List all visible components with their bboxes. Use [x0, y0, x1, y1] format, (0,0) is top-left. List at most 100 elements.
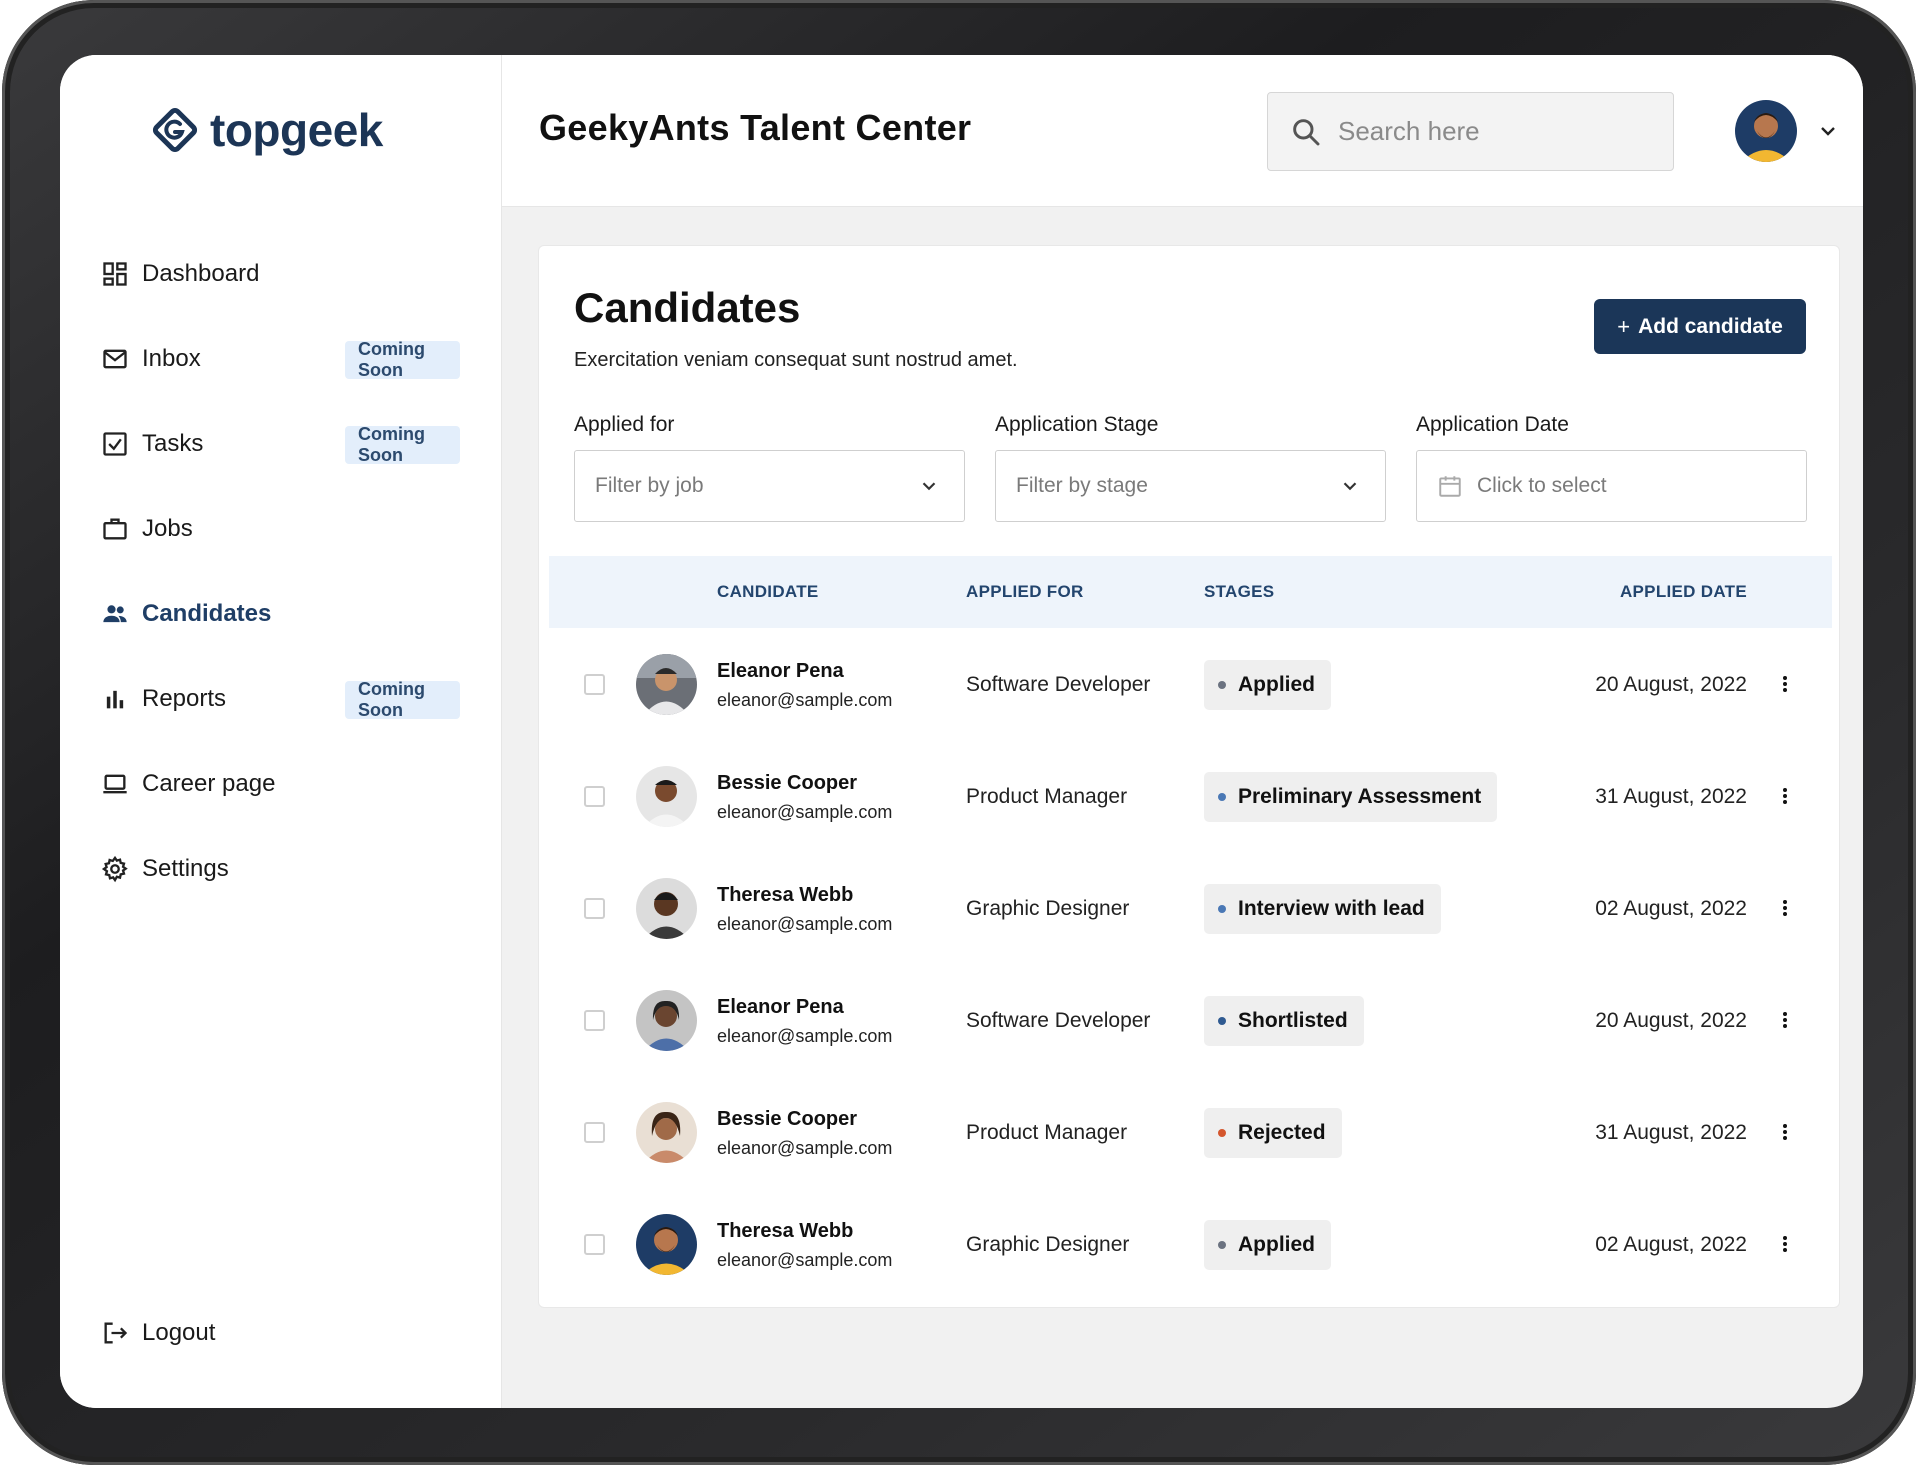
date-filter-picker[interactable]: Click to select	[1416, 450, 1807, 522]
logout-icon	[100, 1318, 130, 1348]
applied-date: 02 August, 2022	[1595, 897, 1747, 920]
applied-job: Graphic Designer	[966, 1233, 1130, 1256]
candidate-name[interactable]: Bessie Cooper	[717, 1108, 857, 1131]
stage-badge: Rejected	[1204, 1108, 1342, 1158]
dashboard-icon	[100, 259, 130, 289]
more-options-icon[interactable]	[1780, 1120, 1790, 1144]
row-checkbox[interactable]	[584, 898, 605, 919]
date-filter-placeholder: Click to select	[1477, 474, 1607, 497]
sidebar-item-settings[interactable]: Settings	[100, 844, 460, 894]
search-box[interactable]	[1267, 92, 1674, 171]
candidate-name[interactable]: Eleanor Pena	[717, 660, 844, 683]
avatar	[636, 878, 697, 939]
bar-chart-icon	[100, 684, 130, 714]
column-header-stages[interactable]: STAGES	[1204, 582, 1274, 602]
row-checkbox[interactable]	[584, 1122, 605, 1143]
table-row[interactable]: Bessie Cooper eleanor@sample.com Product…	[549, 740, 1832, 852]
sidebar-item-reports[interactable]: Reports Coming Soon	[100, 674, 460, 724]
stage-label: Interview with lead	[1238, 897, 1425, 920]
row-checkbox[interactable]	[584, 674, 605, 695]
job-filter-placeholder: Filter by job	[595, 474, 704, 497]
column-header-candidate[interactable]: CANDIDATE	[717, 582, 819, 602]
candidate-name[interactable]: Bessie Cooper	[717, 772, 857, 795]
search-icon	[1293, 118, 1320, 145]
brand-logo[interactable]: topgeek	[152, 103, 383, 157]
applied-job: Software Developer	[966, 673, 1151, 696]
candidate-email: eleanor@sample.com	[717, 1026, 893, 1046]
stage-label: Applied	[1238, 1233, 1315, 1256]
table-row[interactable]: Bessie Cooper eleanor@sample.com Product…	[549, 1076, 1832, 1188]
logout-button[interactable]: Logout	[100, 1308, 460, 1358]
candidates-card: Candidates Exercitation veniam consequat…	[538, 245, 1840, 1308]
stage-filter-placeholder: Filter by stage	[1016, 474, 1148, 497]
stage-badge: Preliminary Assessment	[1204, 772, 1498, 822]
candidate-name[interactable]: Theresa Webb	[717, 1220, 853, 1243]
candidate-email: eleanor@sample.com	[717, 690, 893, 710]
coming-soon-badge: Coming Soon	[345, 679, 460, 720]
stage-dot	[1218, 905, 1226, 913]
chevron-down-icon	[922, 482, 936, 491]
page-subtitle: Exercitation veniam consequat sunt nostr…	[574, 349, 1018, 371]
candidate-email: eleanor@sample.com	[717, 1250, 893, 1270]
add-candidate-button[interactable]: + Add candidate	[1594, 299, 1806, 354]
stage-badge: Applied	[1204, 1220, 1331, 1270]
sidebar-item-candidates[interactable]: Candidates	[100, 589, 460, 639]
more-options-icon[interactable]	[1780, 672, 1790, 696]
avatar	[636, 766, 697, 827]
job-filter-select[interactable]: Filter by job	[574, 450, 965, 522]
sidebar-item-label: Settings	[142, 855, 229, 882]
candidate-email: eleanor@sample.com	[717, 914, 893, 934]
plus-icon: +	[1617, 313, 1631, 339]
filter-label-date: Application Date	[1416, 413, 1569, 436]
avatar	[636, 1102, 697, 1163]
row-checkbox[interactable]	[584, 1234, 605, 1255]
user-avatar[interactable]	[1735, 100, 1797, 162]
coming-soon-badge: Coming Soon	[345, 339, 460, 380]
stage-dot	[1218, 1017, 1226, 1025]
tablet-frame: topgeek Dashboard Inbox Coming Soon Task…	[2, 0, 1916, 1465]
app-screen: topgeek Dashboard Inbox Coming Soon Task…	[60, 55, 1863, 1408]
stage-label: Rejected	[1238, 1121, 1326, 1144]
more-options-icon[interactable]	[1780, 1008, 1790, 1032]
sidebar-item-label: Jobs	[142, 515, 193, 542]
table-row[interactable]: Theresa Webb eleanor@sample.com Graphic …	[549, 852, 1832, 964]
applied-job: Product Manager	[966, 1121, 1128, 1144]
sidebar-item-label: Reports	[142, 685, 227, 712]
sidebar-item-jobs[interactable]: Jobs	[100, 504, 460, 554]
column-header-applied-for[interactable]: APPLIED FOR	[966, 582, 1084, 602]
page-title: Candidates	[574, 284, 801, 331]
sidebar-item-dashboard[interactable]: Dashboard	[100, 249, 460, 299]
sidebar: topgeek Dashboard Inbox Coming Soon Task…	[60, 55, 502, 1408]
candidate-name[interactable]: Eleanor Pena	[717, 996, 844, 1019]
sidebar-item-tasks[interactable]: Tasks Coming Soon	[100, 419, 460, 469]
more-options-icon[interactable]	[1780, 896, 1790, 920]
applied-date: 02 August, 2022	[1595, 1233, 1747, 1256]
chevron-down-icon	[1343, 482, 1357, 491]
stage-label: Applied	[1238, 673, 1315, 696]
candidate-name[interactable]: Theresa Webb	[717, 884, 853, 907]
table-row[interactable]: Theresa Webb eleanor@sample.com Graphic …	[549, 1188, 1832, 1300]
stage-dot	[1218, 793, 1226, 801]
row-checkbox[interactable]	[584, 786, 605, 807]
candidate-email: eleanor@sample.com	[717, 1138, 893, 1158]
more-options-icon[interactable]	[1780, 784, 1790, 808]
search-input[interactable]	[1338, 116, 1638, 147]
sidebar-item-label: Career page	[142, 770, 276, 797]
avatar	[636, 1214, 697, 1275]
sidebar-item-inbox[interactable]: Inbox Coming Soon	[100, 334, 460, 384]
stage-badge: Applied	[1204, 660, 1331, 710]
filter-label-job: Applied for	[574, 413, 675, 436]
table-row[interactable]: Eleanor Pena eleanor@sample.com Software…	[549, 964, 1832, 1076]
stage-badge: Interview with lead	[1204, 884, 1441, 934]
add-candidate-label: Add candidate	[1638, 314, 1783, 338]
sidebar-item-career-page[interactable]: Career page	[100, 759, 460, 809]
table-row[interactable]: Eleanor Pena eleanor@sample.com Software…	[549, 628, 1832, 740]
stage-dot	[1218, 1241, 1226, 1249]
stage-label: Shortlisted	[1238, 1009, 1348, 1032]
chevron-down-icon[interactable]	[1816, 119, 1840, 143]
row-checkbox[interactable]	[584, 1010, 605, 1031]
column-header-applied-date[interactable]: APPLIED DATE	[1620, 582, 1747, 602]
applied-job: Graphic Designer	[966, 897, 1130, 920]
more-options-icon[interactable]	[1780, 1232, 1790, 1256]
stage-filter-select[interactable]: Filter by stage	[995, 450, 1386, 522]
